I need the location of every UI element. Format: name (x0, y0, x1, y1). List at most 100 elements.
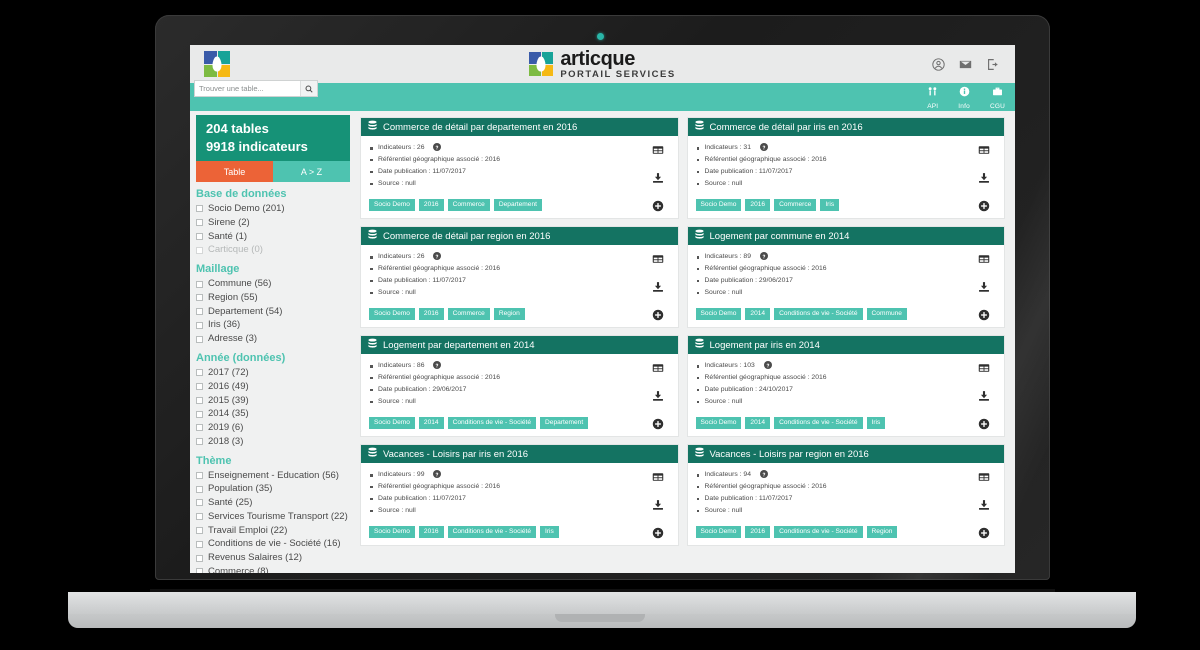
facet-checkbox[interactable] (196, 471, 203, 479)
dataset-tag[interactable]: Iris (866, 416, 886, 429)
facet-checkbox[interactable] (196, 383, 203, 391)
facet-checkbox[interactable] (196, 513, 203, 521)
toolbar-item-api[interactable]: API (927, 84, 938, 110)
view-table-icon[interactable] (978, 471, 990, 483)
view-table-icon[interactable] (652, 471, 664, 483)
dataset-card[interactable]: Commerce de détail par region en 2016 Ind… (360, 226, 679, 328)
facet-item[interactable]: Commune (56) (196, 277, 350, 291)
download-icon[interactable] (978, 172, 990, 184)
dataset-tag[interactable]: Socio Demo (369, 525, 415, 538)
add-icon[interactable] (978, 200, 990, 212)
help-icon[interactable] (759, 252, 768, 261)
help-icon[interactable] (433, 361, 442, 370)
facet-checkbox[interactable] (196, 396, 203, 404)
toolbar-item-cgu[interactable]: CGU (990, 84, 1005, 110)
view-table-icon[interactable] (652, 144, 664, 156)
facet-checkbox[interactable] (196, 233, 203, 240)
facet-checkbox[interactable] (196, 527, 203, 535)
facet-item[interactable]: Services Tourisme Transport (22) (196, 510, 350, 524)
dataset-tag[interactable]: Socio Demo (369, 198, 415, 211)
facet-checkbox[interactable] (196, 280, 203, 288)
download-icon[interactable] (978, 499, 990, 511)
add-icon[interactable] (652, 309, 664, 321)
view-table-icon[interactable] (978, 362, 990, 374)
dataset-tag[interactable]: 2016 (745, 525, 771, 538)
dataset-tag[interactable]: Socio Demo (695, 525, 742, 538)
dataset-tag[interactable]: 2016 (418, 198, 444, 211)
download-icon[interactable] (652, 172, 664, 184)
app-logo-left[interactable] (190, 51, 342, 77)
dataset-tag[interactable]: Socio Demo (369, 307, 415, 320)
help-icon[interactable] (433, 470, 442, 479)
download-icon[interactable] (652, 281, 664, 293)
dataset-card[interactable]: Commerce de détail par iris en 2016 Indic… (686, 117, 1005, 219)
view-table-icon[interactable] (652, 253, 664, 265)
add-icon[interactable] (652, 200, 664, 212)
toggle-az-button[interactable]: A > Z (273, 161, 350, 183)
download-icon[interactable] (652, 390, 664, 402)
view-table-icon[interactable] (652, 362, 664, 374)
dataset-tag[interactable]: Conditions de vie - Société (774, 307, 863, 320)
dataset-tag[interactable]: Socio Demo (369, 416, 415, 429)
download-icon[interactable] (652, 499, 664, 511)
dataset-tag[interactable]: Iris (540, 525, 559, 538)
add-icon[interactable] (652, 527, 664, 539)
dataset-tag[interactable]: Conditions de vie - Société (774, 416, 863, 429)
dataset-tag[interactable]: Commune (866, 307, 907, 320)
facet-item[interactable]: Socio Demo (201) (196, 202, 350, 216)
dataset-tag[interactable]: Region (866, 525, 898, 538)
facet-checkbox[interactable] (196, 485, 203, 493)
facet-item[interactable]: 2016 (49) (196, 380, 350, 394)
dataset-card[interactable]: Commerce de détail par departement en 20… (360, 117, 679, 219)
dataset-tag[interactable]: Conditions de vie - Société (774, 525, 863, 538)
logout-icon[interactable] (986, 58, 999, 71)
facet-item[interactable]: Departement (54) (196, 305, 350, 319)
facet-item[interactable]: Adresse (3) (196, 332, 350, 346)
dataset-card[interactable]: Vacances - Loisirs par iris en 2016 Indic… (360, 444, 679, 546)
facet-checkbox[interactable] (196, 205, 203, 213)
facet-item[interactable]: 2015 (39) (196, 394, 350, 408)
dataset-tag[interactable]: Socio Demo (695, 307, 742, 320)
toggle-table-button[interactable]: Table (196, 161, 273, 183)
dataset-tag[interactable]: Departement (540, 416, 589, 429)
facet-item[interactable]: 2019 (6) (196, 421, 350, 435)
facet-checkbox[interactable] (196, 369, 203, 377)
add-icon[interactable] (652, 418, 664, 430)
dataset-tag[interactable]: Conditions de vie - Société (447, 525, 537, 538)
dataset-tag[interactable]: 2016 (745, 198, 771, 211)
add-icon[interactable] (978, 418, 990, 430)
dataset-tag[interactable]: 2014 (745, 416, 771, 429)
help-icon[interactable] (433, 143, 442, 152)
facet-item[interactable]: Region (55) (196, 291, 350, 305)
dataset-card[interactable]: Logement par departement en 2014 Indicate… (360, 335, 679, 437)
facet-item[interactable]: 2018 (3) (196, 435, 350, 449)
download-icon[interactable] (978, 281, 990, 293)
dataset-tag[interactable]: 2014 (418, 416, 444, 429)
account-icon[interactable] (932, 57, 945, 71)
dataset-tag[interactable]: Iris (820, 198, 840, 211)
facet-checkbox[interactable] (196, 568, 203, 573)
facet-item[interactable]: Santé (1) (196, 230, 350, 244)
facet-item[interactable]: Travail Emploi (22) (196, 524, 350, 538)
dataset-tag[interactable]: 2016 (418, 525, 444, 538)
dataset-card[interactable]: Logement par commune en 2014 Indicateurs … (686, 226, 1005, 328)
toolbar-item-info[interactable]: Info (958, 84, 970, 110)
help-icon[interactable] (763, 361, 772, 370)
facet-checkbox[interactable] (196, 219, 203, 227)
help-icon[interactable] (759, 470, 768, 479)
dataset-card[interactable]: Vacances - Loisirs par region en 2016 Ind… (686, 444, 1005, 546)
facet-item[interactable]: Iris (36) (196, 318, 350, 332)
help-icon[interactable] (759, 143, 768, 152)
dataset-tag[interactable]: 2014 (745, 307, 771, 320)
facet-item[interactable]: Enseignement - Education (56) (196, 469, 350, 483)
facet-checkbox[interactable] (196, 554, 203, 562)
facet-item[interactable]: 2014 (35) (196, 407, 350, 421)
facet-item[interactable]: Sirene (2) (196, 216, 350, 230)
dataset-tag[interactable]: Commerce (447, 198, 490, 211)
dataset-tag[interactable]: Departement (493, 198, 542, 211)
dataset-tag[interactable]: Conditions de vie - Société (447, 416, 537, 429)
facet-checkbox[interactable] (196, 321, 203, 329)
facet-item[interactable]: 2017 (72) (196, 366, 350, 380)
add-icon[interactable] (978, 527, 990, 539)
facet-item[interactable]: Santé (25) (196, 496, 350, 510)
